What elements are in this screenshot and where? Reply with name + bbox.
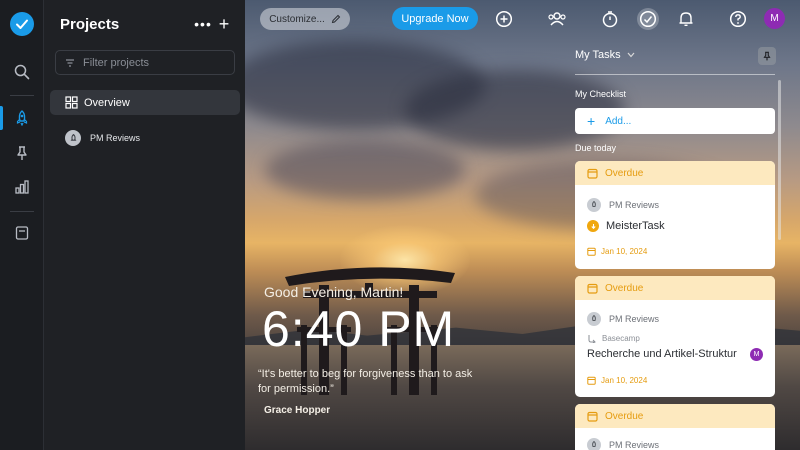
notifications-bell-icon[interactable] bbox=[675, 8, 697, 30]
tasks-divider bbox=[575, 74, 775, 75]
calendar-icon bbox=[587, 247, 596, 256]
task-project: PM Reviews bbox=[587, 312, 659, 326]
overdue-label: Overdue bbox=[605, 167, 644, 179]
add-circle-icon[interactable] bbox=[493, 8, 515, 30]
my-checklist-label: My Checklist bbox=[575, 89, 627, 99]
projects-title: Projects bbox=[60, 16, 120, 33]
my-tasks-dropdown[interactable]: My Tasks bbox=[575, 49, 635, 61]
add-checklist-item-button[interactable]: + Add... bbox=[575, 108, 775, 134]
rail-divider bbox=[10, 95, 34, 96]
task-title: Recherche und Artikel-Struktur bbox=[587, 348, 737, 360]
pin-panel-button[interactable] bbox=[758, 47, 776, 65]
clock-time: 6:40 PM bbox=[262, 301, 456, 357]
calendar-icon bbox=[587, 376, 596, 385]
task-card[interactable]: Overdue PM Reviews MeisterTask Jan 10, 2… bbox=[575, 161, 775, 269]
task-title-label: Recherche und Artikel-Struktur bbox=[587, 348, 737, 360]
task-due-date: Jan 10, 2024 bbox=[587, 376, 647, 385]
quote-author: Grace Hopper bbox=[264, 405, 331, 416]
tasks-scrollbar[interactable] bbox=[778, 80, 781, 240]
my-tasks-title: My Tasks bbox=[575, 49, 621, 61]
greeting-text: Good Evening, Martin! bbox=[264, 284, 404, 300]
rocket-icon[interactable] bbox=[0, 101, 44, 135]
grid-icon bbox=[65, 96, 78, 109]
overdue-header: Overdue bbox=[575, 404, 775, 428]
quote-text: “It's better to beg for forgiveness than… bbox=[258, 368, 473, 395]
project-rocket-icon bbox=[65, 130, 81, 146]
search-icon[interactable] bbox=[0, 55, 44, 89]
icon-rail bbox=[0, 0, 44, 450]
project-rocket-icon bbox=[587, 198, 601, 212]
tasks-check-icon[interactable] bbox=[637, 8, 659, 30]
pin-icon[interactable] bbox=[0, 136, 44, 170]
task-project-label: PM Reviews bbox=[609, 440, 660, 450]
nav-overview[interactable]: Overview bbox=[50, 90, 240, 115]
nav-project-label: PM Reviews bbox=[90, 133, 141, 143]
task-project: PM Reviews bbox=[587, 198, 659, 212]
team-icon[interactable] bbox=[546, 8, 568, 30]
upgrade-now-button[interactable]: Upgrade Now bbox=[392, 7, 478, 30]
pin-icon bbox=[763, 51, 771, 61]
task-section-label: Basecamp bbox=[602, 334, 640, 343]
pencil-icon bbox=[331, 14, 341, 24]
overdue-label: Overdue bbox=[605, 410, 644, 422]
help-icon[interactable] bbox=[727, 8, 749, 30]
projects-panel: Projects ••• + Filter projects Overview … bbox=[44, 0, 245, 450]
overdue-label: Overdue bbox=[605, 282, 644, 294]
calendar-overdue-icon bbox=[587, 168, 598, 179]
customize-label: Customize... bbox=[269, 13, 325, 25]
task-card[interactable]: Overdue PM Reviews Basecamp Recherche un… bbox=[575, 276, 775, 397]
chevron-down-icon bbox=[627, 50, 635, 61]
task-status-icon bbox=[587, 220, 599, 232]
task-card[interactable]: Overdue PM Reviews bbox=[575, 404, 775, 450]
task-title: MeisterTask bbox=[587, 220, 665, 232]
due-today-label: Due today bbox=[575, 143, 617, 153]
user-avatar[interactable]: M bbox=[764, 8, 785, 29]
project-rocket-icon bbox=[587, 312, 601, 326]
task-project-label: PM Reviews bbox=[609, 314, 660, 324]
task-project: PM Reviews bbox=[587, 438, 659, 450]
add-label: Add... bbox=[605, 115, 632, 127]
task-due-date: Jan 10, 2024 bbox=[587, 247, 647, 256]
reports-chart-icon[interactable] bbox=[0, 170, 44, 204]
plus-icon: + bbox=[587, 113, 596, 129]
task-date-label: Jan 10, 2024 bbox=[601, 247, 648, 256]
nav-project-pm-reviews[interactable]: PM Reviews bbox=[50, 126, 240, 150]
task-section: Basecamp bbox=[587, 334, 640, 343]
add-project-icon[interactable]: + bbox=[216, 14, 232, 34]
customize-button[interactable]: Customize... bbox=[260, 8, 350, 30]
rail-divider bbox=[10, 211, 34, 212]
notes-icon[interactable] bbox=[0, 216, 44, 250]
overdue-header: Overdue bbox=[575, 276, 775, 300]
overdue-header: Overdue bbox=[575, 161, 775, 185]
timer-icon[interactable] bbox=[599, 8, 621, 30]
app-logo-icon[interactable] bbox=[10, 12, 34, 36]
calendar-overdue-icon bbox=[587, 283, 598, 294]
filter-placeholder: Filter projects bbox=[83, 56, 150, 69]
task-title-label: MeisterTask bbox=[606, 220, 665, 232]
task-assignee-avatar[interactable]: M bbox=[750, 348, 763, 361]
calendar-overdue-icon bbox=[587, 411, 598, 422]
task-date-label: Jan 10, 2024 bbox=[601, 376, 648, 385]
project-rocket-icon bbox=[587, 438, 601, 450]
nav-overview-label: Overview bbox=[84, 96, 130, 109]
section-branch-icon bbox=[587, 334, 596, 343]
more-options-icon[interactable]: ••• bbox=[194, 14, 211, 34]
filter-icon bbox=[65, 57, 77, 69]
task-project-label: PM Reviews bbox=[609, 200, 660, 210]
filter-projects-input[interactable]: Filter projects bbox=[55, 50, 235, 75]
